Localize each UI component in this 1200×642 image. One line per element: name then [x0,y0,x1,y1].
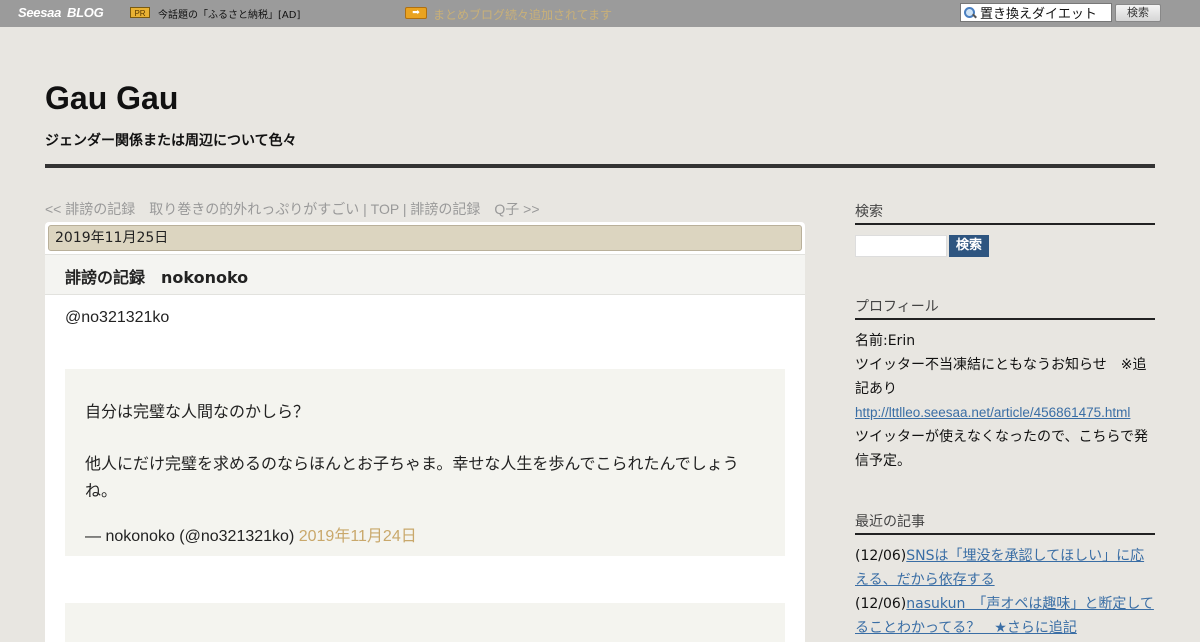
tweet-quote: 自分は完璧な人間なのかしら？ 他人にだけ完璧を求めるのならほんとお子ちゃま。幸せ… [65,369,785,556]
seesaa-blog-logo[interactable]: Seesaa BLOG [18,5,104,20]
site-title[interactable]: Gau Gau [45,80,178,117]
profile-name: 名前:Erin [855,333,916,349]
quote-author: — nokonoko (@no321321ko) [85,528,299,545]
article-navigation: << 誹謗の記録 取り巻きの的外れっぷりがすごい | TOP | 誹謗の記録 Q… [45,199,540,219]
profile-note-2: ツイッターが使えなくなったので、こちらで発信予定。 [855,429,1149,469]
article-title[interactable]: 誹謗の記録 nokonoko [65,264,248,288]
recent-item-date: (12/06) [855,596,907,612]
quote-line-1: 自分は完璧な人間なのかしら？ [85,402,310,421]
profile-body: 名前:Erin ツイッター不当凍結にともなうお知らせ ※追記あり http://… [855,329,1157,473]
magnifier-icon [963,6,977,20]
profile-note: ツイッター不当凍結にともなうお知らせ ※追記あり [855,357,1147,397]
article: 2019年11月25日 誹謗の記録 nokonoko @no321321ko 自… [45,222,805,642]
ad-link[interactable]: 今話題の「ふるさと納税」[AD] [158,6,300,21]
sidebar-search-heading: 検索 [855,201,1155,225]
quote-date-link[interactable]: 2019年11月24日 [299,528,417,545]
sidebar-profile-heading: プロフィール [855,296,1155,320]
article-handle: @no321321ko [65,309,170,326]
logo-blog: BLOG [67,5,104,20]
topbar-search-input[interactable] [980,5,1108,20]
topbar-search-button[interactable]: 検索 [1115,4,1161,22]
sidebar-recent-heading: 最近の記事 [855,511,1155,535]
quote-citation: — nokonoko (@no321321ko) 2019年11月24日 [85,522,417,546]
notice-link[interactable]: まとめブログ続々追加されてます [433,6,612,23]
header-divider [45,164,1155,168]
recent-item-date: (12/06) [855,548,907,564]
next-article-link[interactable]: 誹謗の記録 Q子 >> [410,201,539,217]
recent-item: (12/06)nasukun 「声オペは趣味」と断定してることわかってる？ ★さ… [855,592,1157,640]
article-title-bar: 誹謗の記録 nokonoko [45,254,805,295]
quote-line-2: 他人にだけ完璧を求めるのならほんとお子ちゃま。幸せな人生を歩んでこられたんでしょ… [85,454,739,500]
sidebar-search-input[interactable] [855,235,947,257]
profile-link[interactable]: http://lttlleo.seesaa.net/article/456861… [855,405,1130,420]
arrow-right-icon: ➡ [405,7,427,19]
tweet-quote-2 [65,603,785,642]
topbar-search-field[interactable] [960,3,1112,22]
top-link[interactable]: TOP [371,201,399,217]
site-description: ジェンダー関係または周辺について色々 [45,133,297,149]
pr-badge: PR [130,7,150,18]
recent-item: (12/06)SNSは「埋没を承認してほしい」に応える、だから依存する [855,544,1157,592]
nav-separator: | [359,201,371,217]
article-date: 2019年11月25日 [48,225,802,251]
top-bar: Seesaa BLOG PR 今話題の「ふるさと納税」[AD] ➡ まとめブログ続… [0,0,1200,27]
prev-article-link[interactable]: << 誹謗の記録 取り巻きの的外れっぷりがすごい [45,201,359,217]
logo-seesaa: Seesaa [18,5,62,20]
nav-separator: | [398,201,411,217]
sidebar-search-button[interactable]: 検索 [949,235,989,257]
